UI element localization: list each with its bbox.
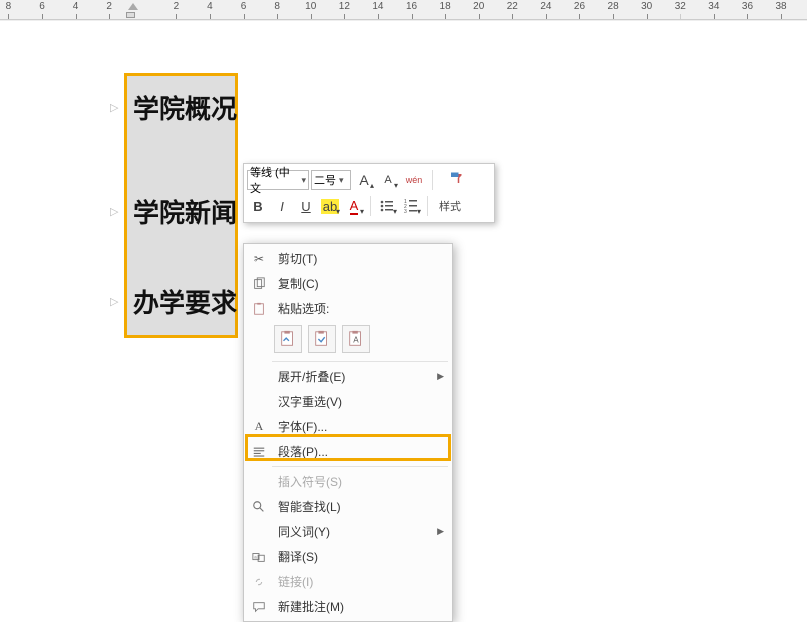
grow-font-button[interactable]: A▴ — [353, 169, 375, 191]
chevron-right-icon: ▶ — [437, 526, 444, 537]
bullets-button[interactable]: ▾ — [376, 195, 398, 217]
menu-expand-collapse[interactable]: 展开/折叠(E) ▶ — [244, 364, 452, 389]
font-family-value: 等线 (中文 — [250, 164, 298, 196]
heading-text[interactable]: 学院概况 — [133, 89, 237, 126]
menu-paste-options-header: 粘贴选项: — [244, 296, 452, 321]
paste-merge-button[interactable] — [308, 325, 336, 353]
font-size-value: 二号 — [314, 172, 336, 188]
copy-icon — [248, 277, 270, 291]
outline-triangle-icon[interactable]: ▷ — [110, 295, 118, 308]
translate-icon: a — [248, 550, 270, 564]
clipboard-icon — [248, 302, 270, 316]
bold-button[interactable]: B — [247, 195, 269, 217]
font-family-combo[interactable]: 等线 (中文▾ — [247, 170, 309, 190]
chevron-down-icon: ▾ — [339, 175, 344, 186]
menu-synonym[interactable]: 同义词(Y) ▶ — [244, 519, 452, 544]
svg-text:3: 3 — [404, 209, 407, 214]
format-painter-icon — [447, 171, 467, 189]
outline-triangle-icon[interactable]: ▷ — [110, 205, 118, 218]
font-size-combo[interactable]: 二号▾ — [311, 170, 351, 190]
svg-text:A: A — [353, 336, 359, 345]
paste-text-only-button[interactable]: A — [342, 325, 370, 353]
search-icon — [248, 500, 270, 514]
menu-link[interactable]: 链接(I) — [244, 569, 452, 594]
document-area: ▷ 学院概况 ▷ 学院新闻 ▷ 办学要求 等线 (中文▾ 二号▾ A▴ A▾ wén B … — [0, 20, 807, 607]
paste-text-only-icon: A — [347, 330, 365, 348]
paste-options-row: A — [244, 321, 452, 359]
format-painter-button[interactable] — [438, 171, 476, 189]
menu-hanzi-reselect[interactable]: 汉字重选(V) — [244, 389, 452, 414]
menu-smart-find[interactable]: 智能查找(L) — [244, 494, 452, 519]
shrink-font-button[interactable]: A▾ — [377, 169, 399, 191]
heading-text[interactable]: 办学要求 — [133, 283, 237, 320]
underline-button[interactable]: U — [295, 195, 317, 217]
menu-font[interactable]: A 字体(F)... — [244, 414, 452, 439]
hanging-indent-marker[interactable] — [126, 12, 135, 18]
paste-merge-icon — [313, 330, 331, 348]
link-icon — [248, 575, 270, 589]
context-menu: ✂ 剪切(T) 复制(C) 粘贴选项: A 展开/折叠(E) ▶ 汉字重选(V)… — [243, 243, 453, 622]
italic-button[interactable]: I — [271, 195, 293, 217]
toolbar-divider — [432, 170, 433, 190]
first-line-indent-marker[interactable] — [128, 3, 138, 10]
menu-translate[interactable]: a 翻译(S) — [244, 544, 452, 569]
scissors-icon: ✂ — [248, 252, 270, 266]
font-color-button[interactable]: A▾ — [343, 195, 365, 217]
mini-toolbar: 等线 (中文▾ 二号▾ A▴ A▾ wén B I U ab▾ A▾ ▾ — [243, 163, 495, 223]
outline-triangle-icon[interactable]: ▷ — [110, 101, 118, 114]
menu-separator — [272, 466, 448, 467]
menu-cut[interactable]: ✂ 剪切(T) — [244, 246, 452, 271]
paste-keep-source-icon — [279, 330, 297, 348]
numbering-button[interactable]: 123▾ — [400, 195, 422, 217]
toolbar-divider — [427, 196, 428, 216]
menu-paragraph[interactable]: 段落(P)... — [244, 439, 452, 464]
paragraph-icon — [248, 445, 270, 459]
paste-keep-source-button[interactable] — [274, 325, 302, 353]
toolbar-divider — [370, 196, 371, 216]
menu-copy[interactable]: 复制(C) — [244, 271, 452, 296]
chevron-down-icon: ▾ — [301, 175, 306, 186]
styles-button[interactable]: 样式 — [433, 195, 467, 217]
chevron-right-icon: ▶ — [437, 371, 444, 382]
highlight-color-button[interactable]: ab▾ — [319, 195, 341, 217]
heading-text[interactable]: 学院新闻 — [133, 193, 237, 230]
phonetic-guide-button[interactable]: wén — [401, 169, 427, 191]
menu-separator — [272, 361, 448, 362]
svg-text:a: a — [254, 554, 257, 559]
font-icon: A — [248, 419, 270, 434]
horizontal-ruler: 8642246810121416182022242628303234363840… — [0, 0, 807, 20]
menu-insert-symbol[interactable]: 插入符号(S) — [244, 469, 452, 494]
